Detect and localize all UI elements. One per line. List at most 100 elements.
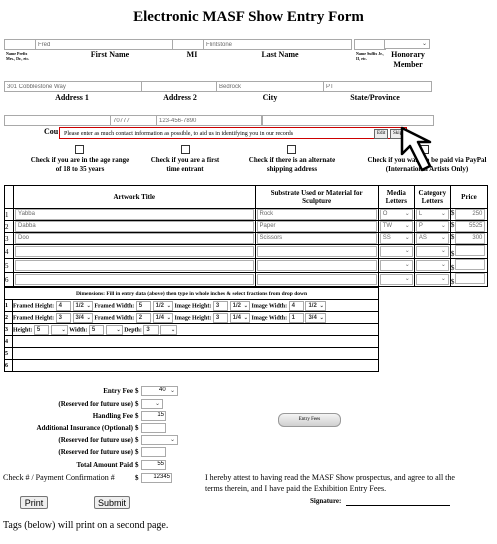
- substrate-input[interactable]: [256, 274, 377, 285]
- image-height-input[interactable]: 3: [212, 300, 229, 311]
- signature-line: [346, 505, 450, 506]
- print-button[interactable]: Print: [20, 496, 48, 509]
- entry-fees-button[interactable]: Entry Fees: [278, 413, 341, 427]
- chevron-down-icon: ⌄: [404, 211, 410, 217]
- name-suffix-label: Name Suffix Jr., II, etc.: [356, 51, 384, 61]
- address-1-input[interactable]: [4, 81, 143, 92]
- row-number: 5: [4, 347, 13, 360]
- framed-height-input[interactable]: 4: [55, 300, 71, 311]
- honorary-member-select[interactable]: ⌄: [384, 39, 430, 49]
- country-input[interactable]: [4, 115, 112, 126]
- state-input[interactable]: [323, 81, 432, 92]
- last-name-input[interactable]: [203, 39, 352, 50]
- city-input[interactable]: [216, 81, 325, 92]
- reserved-input[interactable]: [141, 447, 166, 457]
- artwork-title-input[interactable]: Doo: [15, 233, 254, 244]
- name-prefix-input[interactable]: [4, 39, 36, 50]
- height-fraction-select[interactable]: ⌄: [50, 324, 68, 335]
- chevron-down-icon: ⌄: [169, 437, 175, 443]
- first-name-input[interactable]: [35, 39, 174, 50]
- address-2-input[interactable]: [141, 81, 218, 92]
- price-input[interactable]: [455, 245, 486, 256]
- footer-note: Tags (below) will print on a second page…: [3, 520, 169, 531]
- insurance-input[interactable]: [141, 423, 166, 433]
- framed-width-fraction-select[interactable]: 1/2 ⌄: [152, 300, 173, 311]
- currency-symbol: $: [135, 387, 139, 395]
- image-height-fraction-select[interactable]: 1/4 ⌄: [229, 312, 250, 323]
- price-input[interactable]: [455, 273, 486, 284]
- chevron-down-icon: ⌄: [61, 326, 66, 333]
- media-select[interactable]: SS ⌄: [379, 233, 413, 244]
- image-height-input[interactable]: 3: [212, 312, 229, 323]
- substrate-input[interactable]: Rock: [256, 209, 377, 220]
- framed-width-fraction-select[interactable]: 1/4 ⌄: [152, 312, 173, 323]
- insurance-label: Additional Insurance (Optional): [36, 424, 133, 432]
- reserved-select[interactable]: ⌄: [141, 435, 178, 445]
- image-width-input[interactable]: 4: [288, 300, 304, 311]
- image-width-input[interactable]: 1: [288, 312, 304, 323]
- check-number-input[interactable]: 12345: [141, 473, 172, 483]
- image-height-fraction-select[interactable]: 1/2 ⌄: [229, 300, 250, 311]
- framed-height-fraction-select[interactable]: 1/2 ⌄: [72, 300, 93, 311]
- framed-height-fraction-select[interactable]: 3/4 ⌄: [72, 312, 93, 323]
- price-input[interactable]: 5525: [455, 221, 486, 232]
- submit-button[interactable]: Submit: [94, 496, 130, 509]
- media-select[interactable]: TW ⌄: [379, 221, 413, 232]
- handling-fee-input[interactable]: 15: [141, 411, 166, 421]
- height-input[interactable]: 5: [33, 324, 50, 335]
- substrate-input[interactable]: Scissors: [256, 233, 377, 244]
- currency-symbol: $: [135, 474, 139, 482]
- tooltip-edit-button[interactable]: Edit: [374, 129, 389, 139]
- media-select[interactable]: ⌄: [379, 246, 413, 257]
- chevron-down-icon: ⌄: [440, 262, 446, 268]
- price-input[interactable]: 300: [455, 233, 486, 244]
- substrate-input[interactable]: [256, 260, 377, 271]
- substrate-input[interactable]: [256, 246, 377, 257]
- chevron-down-icon: ⌄: [440, 235, 446, 241]
- phone-input[interactable]: [156, 115, 262, 126]
- artwork-title-input[interactable]: Yabba: [15, 209, 254, 220]
- price-input[interactable]: [455, 259, 486, 270]
- row-number: 2: [4, 311, 13, 324]
- category-select[interactable]: L ⌄: [415, 209, 449, 220]
- chevron-down-icon: ⌄: [154, 401, 160, 407]
- width-input[interactable]: 5: [88, 324, 105, 335]
- depth-input[interactable]: 3: [143, 324, 159, 335]
- artwork-title-input[interactable]: [15, 246, 254, 257]
- chevron-down-icon: ⌄: [404, 262, 410, 268]
- name-suffix-input[interactable]: [354, 39, 386, 50]
- email-input[interactable]: [262, 115, 434, 126]
- media-select[interactable]: ⌄: [379, 274, 413, 285]
- middle-initial-input[interactable]: [172, 39, 205, 50]
- category-select[interactable]: ⌄: [415, 246, 449, 257]
- framed-width-input[interactable]: 5: [135, 300, 152, 311]
- media-select[interactable]: O ⌄: [379, 209, 413, 220]
- artwork-title-input[interactable]: Dabba: [15, 221, 254, 232]
- price-input[interactable]: 250: [455, 209, 486, 220]
- mi-label: MI: [186, 50, 198, 59]
- framed-height-input[interactable]: 3: [55, 312, 71, 323]
- category-select[interactable]: ⌄: [415, 260, 449, 271]
- postal-code-input[interactable]: [110, 115, 158, 126]
- depth-fraction-select[interactable]: ⌄: [160, 324, 178, 335]
- entry-fee-select[interactable]: 40 ⌄: [141, 386, 178, 396]
- alternate-shipping-checkbox[interactable]: [287, 145, 296, 154]
- category-select[interactable]: AS ⌄: [415, 233, 449, 244]
- artwork-title-input[interactable]: [15, 274, 254, 285]
- image-width-fraction-select[interactable]: 1/2 ⌄: [305, 300, 326, 311]
- category-select[interactable]: P ⌄: [415, 221, 449, 232]
- framed-width-input[interactable]: 2: [135, 312, 152, 323]
- currency-symbol: $: [450, 278, 455, 286]
- row-number: 2: [3, 220, 15, 233]
- artwork-title-input[interactable]: [15, 260, 254, 271]
- media-select[interactable]: ⌄: [379, 260, 413, 271]
- category-select[interactable]: ⌄: [415, 274, 449, 285]
- row-number: 6: [3, 272, 15, 287]
- reserved-select[interactable]: ⌄: [141, 399, 163, 409]
- address-1-label: Address 1: [55, 93, 89, 102]
- age-range-checkbox[interactable]: [75, 145, 84, 154]
- first-time-entrant-checkbox[interactable]: [181, 145, 190, 154]
- image-width-fraction-select[interactable]: 3/4 ⌄: [305, 312, 326, 323]
- substrate-input[interactable]: Paper: [256, 221, 377, 232]
- width-fraction-select[interactable]: ⌄: [105, 324, 123, 335]
